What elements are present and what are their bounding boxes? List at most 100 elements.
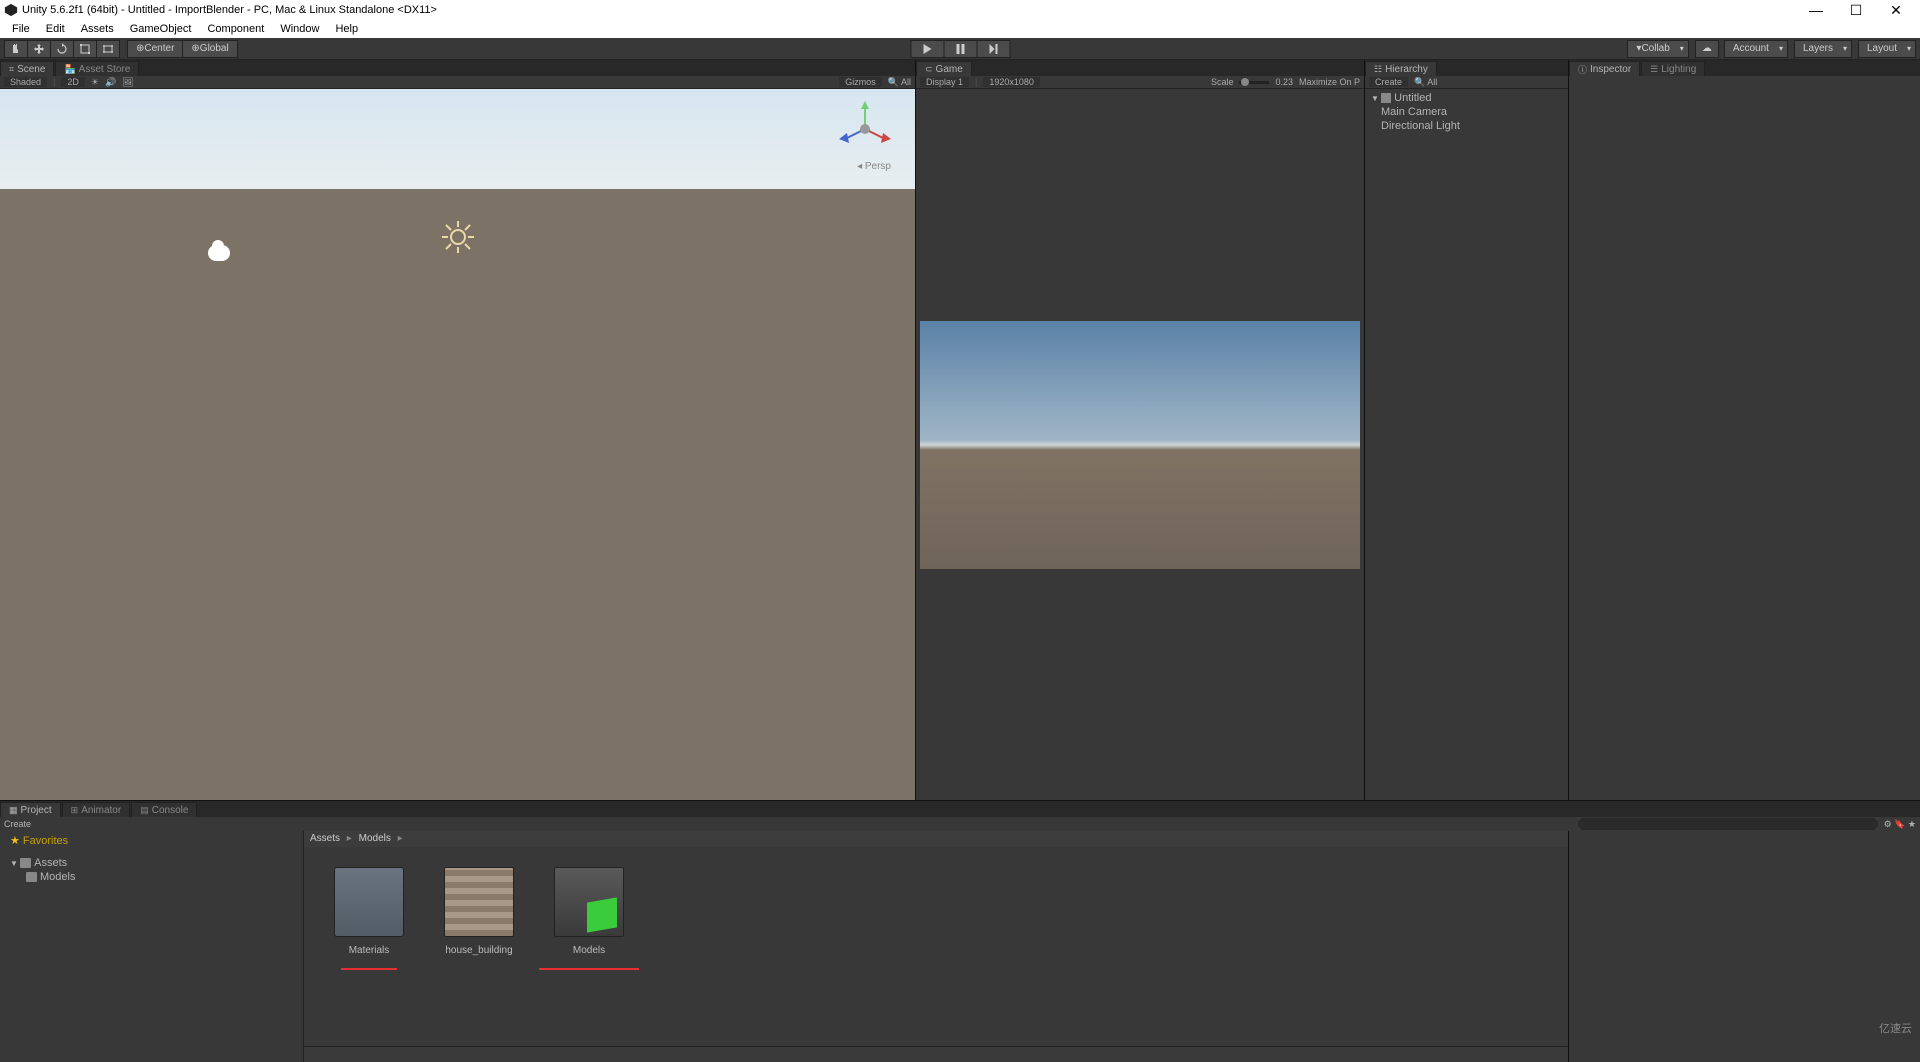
tab-game[interactable]: ⊂Game [916, 61, 972, 76]
main-toolbar: ⊕ Center ⊕ Global ▾ Collab ☁ Account Lay… [0, 38, 1920, 60]
layers-label: Layers [1803, 43, 1833, 54]
scale-tool-button[interactable] [73, 40, 97, 58]
maximize-button[interactable]: ☐ [1836, 2, 1876, 19]
step-button[interactable] [977, 40, 1011, 58]
project-tree: Favorites Assets Models [0, 831, 304, 1062]
scene-shading-dropdown[interactable]: Shaded [4, 77, 47, 87]
menu-assets[interactable]: Assets [73, 23, 122, 35]
rect-tool-button[interactable] [96, 40, 120, 58]
asset-item-house-building[interactable]: house_building [434, 867, 524, 1026]
minimize-button[interactable]: — [1796, 2, 1836, 18]
project-breadcrumb: Assets ▸ Models ▸ [304, 831, 1568, 847]
menu-edit[interactable]: Edit [38, 23, 73, 35]
tab-lighting[interactable]: ☰Lighting [1641, 61, 1705, 76]
directional-light-gizmo-icon[interactable] [440, 219, 476, 255]
tab-asset-store[interactable]: 🏪Asset Store [55, 61, 139, 76]
hierarchy-list: Untitled Main Camera Directional Light [1365, 89, 1568, 800]
menu-gameobject[interactable]: GameObject [122, 23, 200, 35]
tree-assets[interactable]: Assets [0, 856, 303, 870]
tab-inspector-label: Inspector [1590, 64, 1631, 75]
tab-scene-label: Scene [17, 64, 45, 75]
project-filter-icons[interactable]: ⚙ 🔖 ★ [1884, 819, 1916, 830]
inspector-icon: ⓘ [1578, 63, 1587, 76]
console-icon: ▤ [140, 805, 149, 816]
scene-search[interactable]: 🔍 All [888, 77, 911, 88]
asset-item-models[interactable]: Models [544, 867, 634, 1026]
menu-window[interactable]: Window [272, 23, 327, 35]
pause-button[interactable] [944, 40, 978, 58]
close-button[interactable]: ✕ [1876, 2, 1916, 19]
menu-help[interactable]: Help [327, 23, 366, 35]
scene-2d-toggle[interactable]: 2D [61, 77, 85, 87]
tab-inspector[interactable]: ⓘInspector [1569, 61, 1640, 76]
game-control-bar: Display 1 | 1920x1080 Scale 0.23 Maximiz… [916, 76, 1364, 89]
persp-label: ◂ Persp [857, 161, 891, 172]
hierarchy-search[interactable]: 🔍 All [1414, 77, 1437, 88]
collab-dropdown[interactable]: ▾ Collab [1627, 40, 1688, 58]
hierarchy-item-main-camera[interactable]: Main Camera [1365, 105, 1568, 119]
tab-animator-label: Animator [81, 805, 121, 816]
game-resolution-dropdown[interactable]: 1920x1080 [983, 77, 1040, 87]
layout-dropdown[interactable]: Layout [1858, 40, 1916, 58]
play-button[interactable] [911, 40, 945, 58]
hand-tool-button[interactable] [4, 40, 28, 58]
cloud-button[interactable]: ☁ [1695, 40, 1719, 58]
scene-audio-toggle[interactable]: 🔊 [105, 77, 116, 88]
inspector-content [1569, 76, 1920, 800]
scene-viewport[interactable]: ◂ Persp [0, 89, 915, 800]
inspector-panel: ⓘInspector ☰Lighting [1568, 60, 1920, 800]
tab-console[interactable]: ▤Console [131, 802, 197, 817]
game-display-dropdown[interactable]: Display 1 [920, 77, 969, 87]
orientation-gizmo-icon[interactable] [835, 99, 895, 159]
account-dropdown[interactable]: Account [1724, 40, 1788, 58]
tab-scene[interactable]: ⌗Scene [0, 61, 54, 76]
scene-search-ph: All [901, 77, 911, 87]
tab-asset-store-label: Asset Store [79, 64, 131, 75]
hierarchy-scene-root[interactable]: Untitled [1365, 91, 1568, 105]
project-icon: ▦ [9, 805, 18, 816]
game-scale-value: 0.23 [1275, 77, 1293, 87]
space-toggle[interactable]: ⊕ Global [182, 40, 237, 58]
tree-models[interactable]: Models [0, 870, 303, 884]
breadcrumb-models[interactable]: Models [359, 833, 391, 844]
tab-game-label: Game [936, 64, 963, 75]
breadcrumb-assets[interactable]: Assets [310, 833, 340, 844]
game-panel: ⊂Game Display 1 | 1920x1080 Scale 0.23 M… [916, 60, 1364, 800]
space-label: Global [200, 43, 229, 54]
tab-lighting-label: Lighting [1661, 64, 1696, 75]
game-scale-slider[interactable] [1239, 81, 1269, 84]
menu-component[interactable]: Component [199, 23, 272, 35]
project-create-dropdown[interactable]: Create [4, 819, 31, 829]
scene-gizmos-dropdown[interactable]: Gizmos [839, 77, 882, 87]
scene-light-toggle[interactable]: ☀ [91, 77, 99, 88]
layers-dropdown[interactable]: Layers [1794, 40, 1852, 58]
folder-thumb-icon [334, 867, 404, 937]
game-viewport[interactable] [916, 89, 1364, 800]
scene-panel: ⌗Scene 🏪Asset Store Shaded | 2D ☀ 🔊 🖼 Gi… [0, 60, 916, 800]
asset-label: house_building [445, 945, 512, 956]
move-tool-button[interactable] [27, 40, 51, 58]
window-titlebar: Unity 5.6.2f1 (64bit) - Untitled - Impor… [0, 0, 1920, 20]
pivot-toggle[interactable]: ⊕ Center [127, 40, 183, 58]
hierarchy-panel: ☷Hierarchy Create 🔍 All Untitled Main Ca… [1364, 60, 1568, 800]
hierarchy-item-directional-light[interactable]: Directional Light [1365, 119, 1568, 133]
rotate-tool-button[interactable] [50, 40, 74, 58]
project-area: ▦Project ⊞Animator ▤Console Create ⚙ 🔖 ★… [0, 800, 1920, 1062]
scene-fx-toggle[interactable]: 🖼 [122, 77, 133, 88]
window-title: Unity 5.6.2f1 (64bit) - Untitled - Impor… [22, 4, 1796, 16]
tab-hierarchy[interactable]: ☷Hierarchy [1365, 61, 1437, 76]
menu-file[interactable]: File [4, 23, 38, 35]
hierarchy-create-dropdown[interactable]: Create [1369, 77, 1408, 87]
tab-animator[interactable]: ⊞Animator [62, 802, 131, 817]
tab-hierarchy-label: Hierarchy [1385, 64, 1428, 75]
game-maximize-toggle[interactable]: Maximize On P [1299, 77, 1360, 87]
tree-favorites[interactable]: Favorites [0, 833, 303, 848]
game-scale-label: Scale [1211, 77, 1234, 87]
asset-item-materials[interactable]: Materials [324, 867, 414, 1026]
tab-project[interactable]: ▦Project [0, 802, 61, 817]
camera-gizmo-icon[interactable] [208, 245, 230, 261]
game-render [920, 321, 1360, 569]
collab-label: Collab [1641, 43, 1669, 54]
project-search[interactable] [1578, 818, 1878, 830]
pivot-label: Center [144, 43, 174, 54]
